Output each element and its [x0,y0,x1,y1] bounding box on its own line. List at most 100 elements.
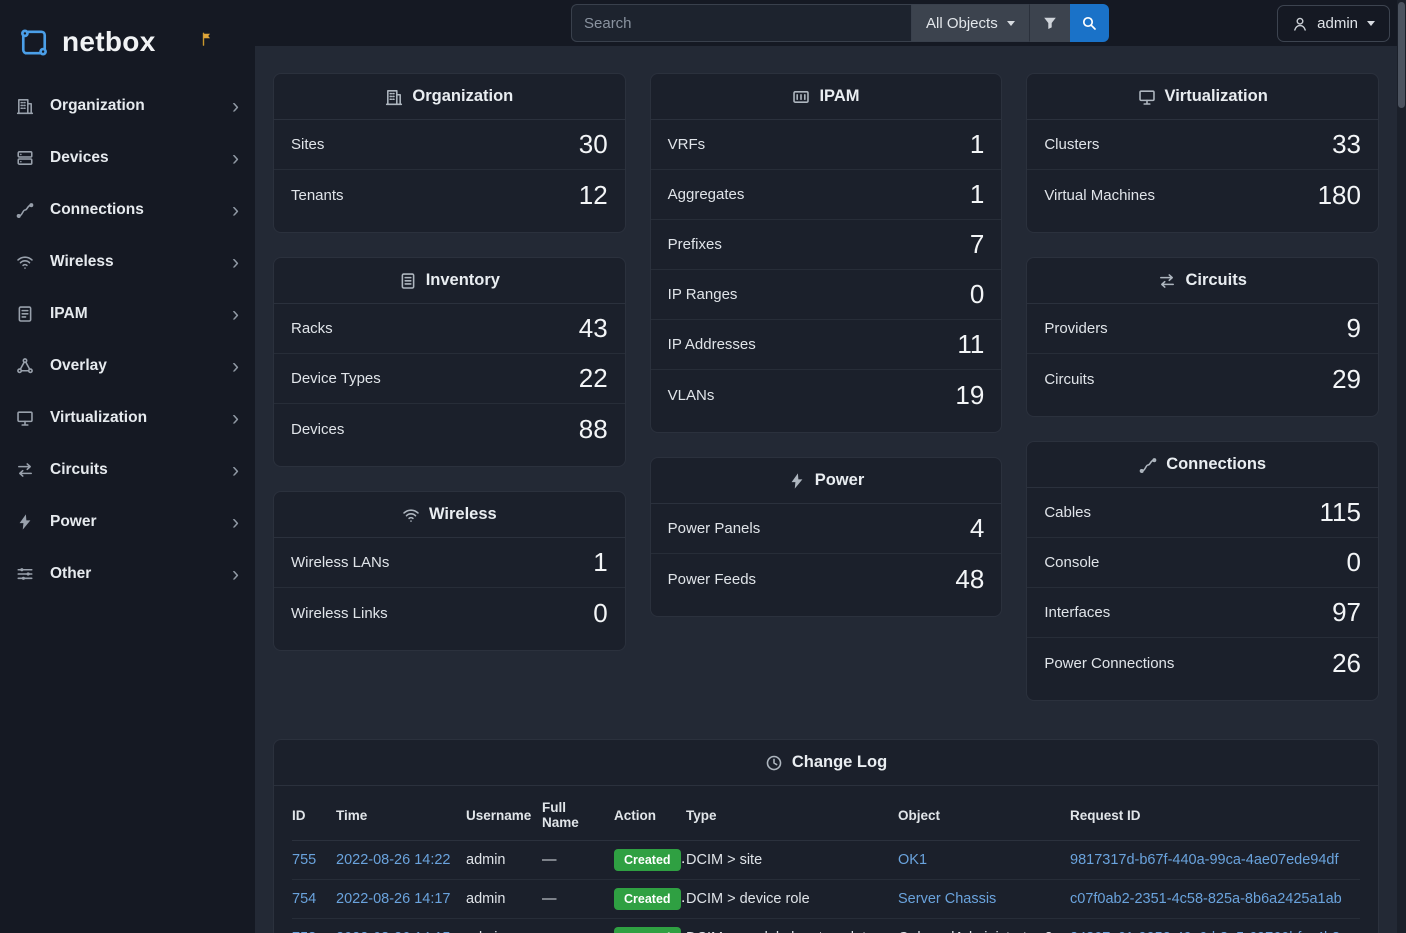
search-button[interactable] [1070,4,1109,42]
brand-name: netbox [62,26,156,58]
stat-label-wireless-lans[interactable]: Wireless LANs [291,554,389,571]
pin-icon[interactable] [200,31,214,47]
stat-label-tenants[interactable]: Tenants [291,187,344,204]
transfer-icon [16,461,37,479]
stat-value-wireless-lans[interactable]: 1 [593,547,607,578]
stat-value-cables[interactable]: 115 [1320,497,1361,528]
stat-value-ip-ranges[interactable]: 0 [970,279,984,310]
chevron-right-icon: › [232,408,239,429]
stat-value-power-panels[interactable]: 4 [970,513,984,544]
changelog-request-id-link[interactable]: 9817317d-b67f-440a-99ca-4ae07ede94df [1070,852,1338,868]
changelog-id-link[interactable]: 755 [292,852,316,868]
transfer-icon [1158,272,1176,290]
stat-value-sites[interactable]: 30 [579,129,608,160]
object-type-label: All Objects [926,15,998,32]
stat-value-wireless-links[interactable]: 0 [593,598,607,629]
search-magnifier-icon [1081,15,1097,31]
stat-label-wireless-links[interactable]: Wireless Links [291,605,388,622]
card-connections: Connections Cables 115 Console 0 Interfa… [1026,441,1379,701]
stat-value-device-types[interactable]: 22 [579,363,608,394]
sidebar-item-label: Wireless [50,253,114,271]
sidebar-item-power[interactable]: Power › [0,496,255,548]
changelog-request-id-link[interactable]: c07f0ab2-2351-4c58-825a-8b6a2425a1ab [1070,891,1342,907]
card-organization-header: Organization [274,74,625,120]
stat-value-vlans[interactable]: 19 [955,380,984,411]
stat-label-sites[interactable]: Sites [291,136,324,153]
search-input[interactable] [571,4,911,42]
stat-label-devices[interactable]: Devices [291,421,344,438]
sidebar-item-devices[interactable]: Devices › [0,132,255,184]
change-log-header: Change Log [274,740,1378,786]
stat-value-power-feeds[interactable]: 48 [955,564,984,595]
sidebar-item-virtualization[interactable]: Virtualization › [0,392,255,444]
stat-label-device-types[interactable]: Device Types [291,370,381,387]
stat-label-aggregates[interactable]: Aggregates [668,186,745,203]
stat-row: Prefixes 7 [651,220,1002,270]
chevron-right-icon: › [232,96,239,117]
sidebar-item-circuits[interactable]: Circuits › [0,444,255,496]
stat-row: Cables 115 [1027,488,1378,538]
changelog-object-link[interactable]: Server Chassis [898,891,996,907]
stat-label-power-connections[interactable]: Power Connections [1044,655,1174,672]
stat-value-vrfs[interactable]: 1 [970,129,984,160]
stat-label-virtual-machines[interactable]: Virtual Machines [1044,187,1155,204]
object-type-dropdown[interactable]: All Objects [911,4,1030,42]
stat-value-aggregates[interactable]: 1 [970,179,984,210]
card-circuits-header: Circuits [1027,258,1378,304]
stat-label-providers[interactable]: Providers [1044,320,1107,337]
stat-value-racks[interactable]: 43 [579,313,608,344]
card-power-header: Power [651,458,1002,504]
stat-value-interfaces[interactable]: 97 [1332,597,1361,628]
stat-value-tenants[interactable]: 12 [579,180,608,211]
stat-label-vlans[interactable]: VLANs [668,387,715,404]
stat-value-devices[interactable]: 88 [579,414,608,445]
user-menu-button[interactable]: admin [1277,5,1390,42]
filter-button[interactable] [1030,4,1070,42]
stat-row: Power Connections 26 [1027,638,1378,688]
brand[interactable]: netbox [0,0,255,76]
sidebar-item-ipam[interactable]: IPAM › [0,288,255,340]
stat-label-circuits[interactable]: Circuits [1044,371,1094,388]
sidebar-item-organization[interactable]: Organization › [0,80,255,132]
stat-label-power-feeds[interactable]: Power Feeds [668,571,756,588]
stat-label-clusters[interactable]: Clusters [1044,136,1099,153]
stat-label-cables[interactable]: Cables [1044,504,1091,521]
dashboard-column-2: IPAM VRFs 1 Aggregates 1 Prefixes 7 [650,73,1003,617]
stat-value-prefixes[interactable]: 7 [970,229,984,260]
sidebar-item-overlay[interactable]: Overlay › [0,340,255,392]
status-badge-created: Created [614,927,681,933]
changelog-time-link[interactable]: 2022-08-26 14:17 [336,891,451,907]
stat-label-prefixes[interactable]: Prefixes [668,236,722,253]
sidebar-item-label: IPAM [50,305,88,323]
stat-value-providers[interactable]: 9 [1347,313,1361,344]
netbox-logo-icon [16,26,52,59]
sidebar-item-other[interactable]: Other › [0,548,255,600]
card-title: Organization [412,87,513,106]
scrollbar-thumb[interactable] [1398,2,1405,108]
changelog-object-link[interactable]: OK1 [898,852,927,868]
table-row: 753 2022-08-26 14:15 admin — Created DCI… [292,919,1360,933]
changelog-time-link[interactable]: 2022-08-26 14:22 [336,852,451,868]
stat-label-racks[interactable]: Racks [291,320,333,337]
stat-label-console[interactable]: Console [1044,554,1099,571]
sidebar-item-wireless[interactable]: Wireless › [0,236,255,288]
card-title: Connections [1166,455,1266,474]
stat-value-console[interactable]: 0 [1347,547,1361,578]
stat-value-circuits[interactable]: 29 [1332,364,1361,395]
stat-value-ip-addresses[interactable]: 11 [957,329,984,360]
stat-value-virtual-machines[interactable]: 180 [1318,180,1361,211]
stat-label-power-panels[interactable]: Power Panels [668,520,761,537]
stat-value-clusters[interactable]: 33 [1332,129,1361,160]
sidebar-item-connections[interactable]: Connections › [0,184,255,236]
cable-icon [1139,456,1157,474]
card-change-log: Change Log ID Time Username Full Name Ac… [273,739,1379,933]
table-row: 754 2022-08-26 14:17 admin — Created DCI… [292,880,1360,919]
stat-label-vrfs[interactable]: VRFs [668,136,706,153]
stat-value-power-connections[interactable]: 26 [1332,648,1361,679]
stat-label-ip-ranges[interactable]: IP Ranges [668,286,738,303]
stat-label-ip-addresses[interactable]: IP Addresses [668,336,756,353]
sidebar-item-label: Devices [50,149,109,167]
stat-label-interfaces[interactable]: Interfaces [1044,604,1110,621]
changelog-id-link[interactable]: 754 [292,891,316,907]
card-title: Circuits [1185,271,1246,290]
